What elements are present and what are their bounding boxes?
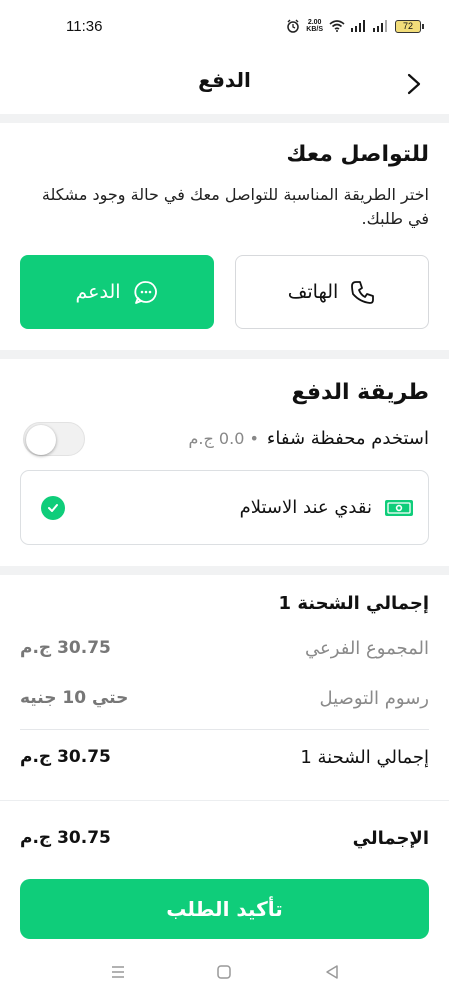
- grand-total-label: الإجمالي: [352, 827, 429, 849]
- phone-button[interactable]: الهاتف: [235, 255, 429, 329]
- grand-total-value: 30.75 ج.م: [20, 828, 111, 848]
- back-button[interactable]: [398, 68, 430, 100]
- status-time: 11:36: [66, 18, 103, 35]
- summary-divider: [20, 729, 429, 730]
- cod-label: نقدي عند الاستلام: [239, 497, 372, 518]
- support-label: الدعم: [75, 281, 121, 303]
- contact-title: للتواصل معك: [286, 142, 429, 167]
- subtotal-label: المجموع الفرعي: [305, 637, 429, 659]
- home-square-icon: [217, 965, 231, 979]
- back-triangle-icon: [326, 965, 338, 979]
- status-icons: 2.00 KB/S 72: [286, 16, 424, 36]
- total-divider: [0, 800, 449, 801]
- wallet-label: استخدم محفظة شفاء: [266, 427, 429, 449]
- delivery-value: حتي 10 جنيه: [20, 688, 129, 708]
- check-icon: [41, 496, 65, 520]
- chat-icon: [133, 281, 157, 304]
- shipment-summary-title: إجمالي الشحنة 1: [278, 593, 429, 614]
- wallet-balance: • 0.0 ج.م: [188, 428, 259, 448]
- cash-icon: [385, 499, 413, 516]
- signal-icon-1: [351, 20, 365, 32]
- menu-nav-button[interactable]: [108, 962, 128, 982]
- subtotal-value: 30.75 ج.م: [20, 638, 111, 658]
- status-bar: 11:36 2.00 KB/S 72: [0, 0, 449, 56]
- alarm-icon: [287, 19, 300, 33]
- phone-icon: [351, 281, 375, 304]
- phone-label: الهاتف: [287, 281, 339, 303]
- subtotal-row: المجموع الفرعي 30.75 ج.م: [20, 634, 429, 662]
- grand-total-row: الإجمالي 30.75 ج.م: [20, 824, 429, 852]
- menu-icon: [112, 966, 124, 978]
- battery-icon: 72: [395, 19, 424, 33]
- section-separator: [0, 114, 449, 123]
- confirm-order-button[interactable]: تأكيد الطلب: [20, 879, 429, 939]
- wallet-row: استخدم محفظة شفاء • 0.0 ج.م: [19, 422, 429, 456]
- network-speed: 2.00 KB/S: [306, 19, 323, 33]
- payment-title: طريقة الدفع: [291, 380, 429, 405]
- support-button[interactable]: الدعم: [20, 255, 214, 329]
- page-title: الدفع: [198, 68, 251, 92]
- system-nav-bar: [0, 950, 449, 994]
- wallet-toggle[interactable]: [23, 422, 85, 456]
- shipment-total-value: 30.75 ج.م: [20, 747, 111, 767]
- shipment-total-label: إجمالي الشحنة 1: [300, 746, 429, 768]
- chevron-right-icon: [407, 73, 421, 95]
- back-nav-button[interactable]: [322, 962, 342, 982]
- signal-icon-2: [373, 20, 387, 32]
- wifi-icon: [329, 20, 345, 32]
- header: الدفع: [0, 56, 449, 114]
- delivery-label: رسوم التوصيل: [319, 687, 429, 709]
- cash-on-delivery-option[interactable]: نقدي عند الاستلام: [20, 470, 429, 545]
- contact-description: اختر الطريقة المناسبة للتواصل معك في حال…: [41, 185, 429, 228]
- shipment-total-row: إجمالي الشحنة 1 30.75 ج.م: [20, 743, 429, 771]
- home-nav-button[interactable]: [214, 962, 234, 982]
- section-separator: [0, 350, 449, 359]
- toggle-knob: [26, 425, 56, 455]
- section-separator: [0, 566, 449, 575]
- delivery-row: رسوم التوصيل حتي 10 جنيه: [20, 684, 429, 712]
